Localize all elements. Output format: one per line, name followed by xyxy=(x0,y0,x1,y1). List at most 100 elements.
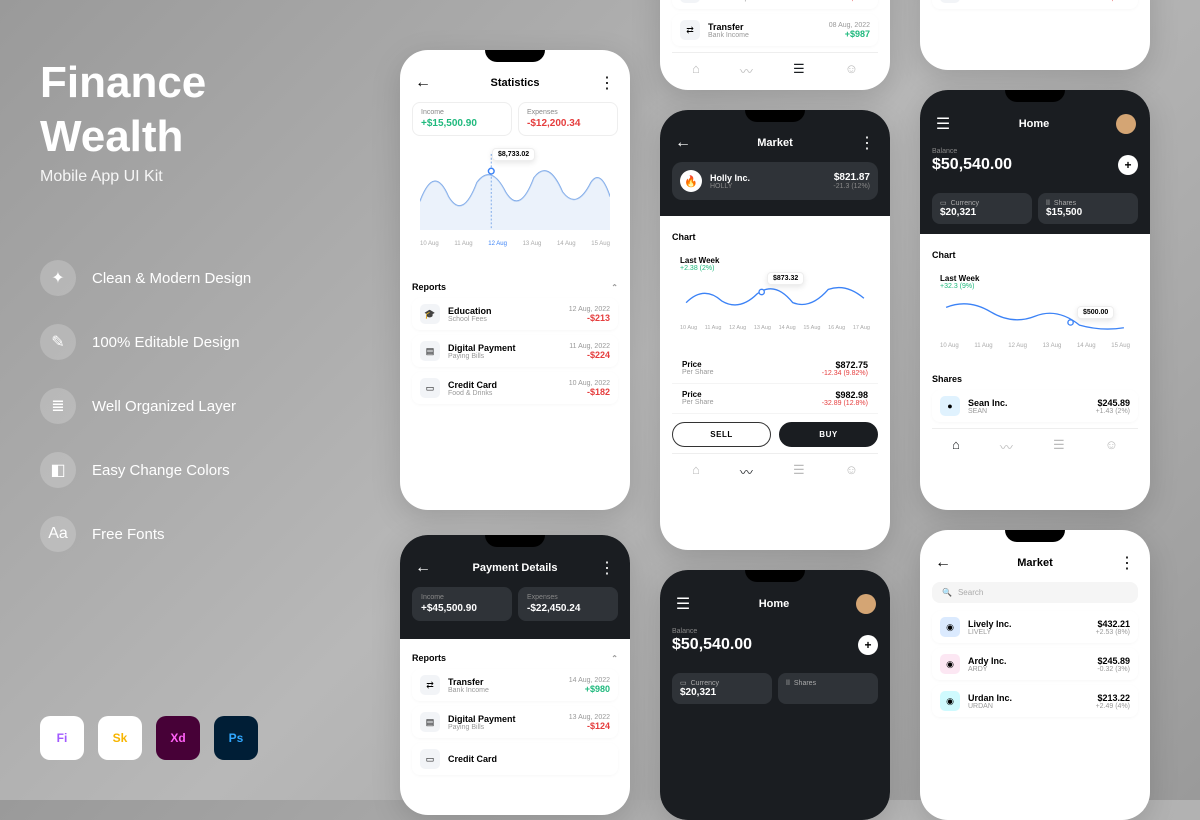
back-icon[interactable]: ← xyxy=(674,134,692,152)
home-icon[interactable]: ⌂ xyxy=(692,462,700,481)
page-title: Payment Details xyxy=(473,562,558,574)
tool-icons: Fi Sk Xd Ps xyxy=(40,716,258,760)
menu-icon[interactable]: ☰ xyxy=(934,115,952,133)
profile-icon[interactable]: ☺ xyxy=(845,462,858,481)
phone-home: ☰ Home Balance $50,540.00+ ▭Currency $20… xyxy=(920,90,1150,510)
list-item[interactable]: ▭ Credit CardFood & Drinks 10 Aug, 2022-… xyxy=(412,372,618,404)
balance-label: Balance xyxy=(672,628,878,635)
chart-title: Chart xyxy=(932,250,1138,260)
bottom-nav: ⌂ 〰 ☰ ☺ xyxy=(932,428,1138,460)
add-button[interactable]: + xyxy=(1118,155,1138,175)
feature-item: ✦Clean & Modern Design xyxy=(40,260,251,296)
list-item[interactable]: ✈ TransportVacation Trip 09 Aug, 2022-$1… xyxy=(672,0,878,9)
home-icon[interactable]: ⌂ xyxy=(952,437,960,456)
education-icon: 🎓 xyxy=(420,304,440,324)
balance-label: Balance xyxy=(932,148,1138,155)
statistics-chart[interactable]: $8,733.02 10 Aug 11 Aug 12 Aug 13 Aug 14… xyxy=(412,144,618,274)
income-card: Income +$45,500.90 xyxy=(412,587,512,621)
search-icon: 🔍 xyxy=(942,588,952,597)
line-chart-icon xyxy=(420,152,610,232)
list-icon[interactable]: ☰ xyxy=(1053,437,1065,456)
market-chart[interactable]: Last Week +2.38 (2%) $873.32 10 Aug11 Au… xyxy=(672,248,878,348)
profile-icon[interactable]: ☺ xyxy=(845,61,858,80)
home-chart[interactable]: Last Week +32.3 (9%) $500.00 10 Aug11 Au… xyxy=(932,266,1138,366)
activity-icon[interactable]: 〰 xyxy=(740,462,753,481)
chart-tooltip: $8,733.02 xyxy=(492,148,535,161)
font-icon: Aa xyxy=(40,516,76,552)
activity-icon[interactable]: 〰 xyxy=(1000,437,1013,456)
menu-icon[interactable]: ☰ xyxy=(674,595,692,613)
back-icon[interactable]: ← xyxy=(414,559,432,577)
list-item[interactable]: ▭ Credit Card xyxy=(412,743,618,775)
income-card: Income +$15,500.90 xyxy=(412,102,512,136)
shares-title: Shares xyxy=(932,374,1138,384)
wand-icon: ✦ xyxy=(40,260,76,296)
feature-item: ◧Easy Change Colors xyxy=(40,452,251,488)
title-line-1: Finance xyxy=(40,60,206,106)
chevron-up-icon[interactable]: ⌃ xyxy=(611,654,618,663)
palette-icon: ◧ xyxy=(40,452,76,488)
home-icon[interactable]: ⌂ xyxy=(692,61,700,80)
avatar[interactable] xyxy=(1116,114,1136,134)
chevron-up-icon[interactable]: ⌃ xyxy=(611,283,618,292)
chart-axis: 10 Aug 11 Aug 12 Aug 13 Aug 14 Aug 15 Au… xyxy=(420,241,610,247)
price-row: PricePer Share $872.75-12.34 (9.82%) xyxy=(672,354,878,384)
reports-title: Reports⌃ xyxy=(412,653,618,663)
phone-home-2: ☰ Home Balance $50,540.00+ ▭Currency $20… xyxy=(660,570,890,820)
list-item[interactable]: ⇄ TransferBank Income 08 Aug, 2022+$987 xyxy=(672,14,878,46)
company-logo-icon: ◉ xyxy=(940,654,960,674)
chart-tooltip: $873.32 xyxy=(767,272,804,285)
list-item[interactable]: 🎓 EducationSchool Fees 12 Aug, 2022-$213 xyxy=(412,298,618,330)
chart-tooltip: $500.00 xyxy=(1077,306,1114,319)
feature-list: ✦Clean & Modern Design ✎100% Editable De… xyxy=(40,260,251,580)
price-row: PricePer Share $982.98-32.89 (12.8%) xyxy=(672,384,878,414)
list-icon[interactable]: ☰ xyxy=(793,61,805,80)
promo-title-block: Finance Wealth Mobile App UI Kit xyxy=(40,60,206,186)
currency-card[interactable]: ▭Currency $20,321 xyxy=(672,673,772,704)
page-title: Home xyxy=(759,598,790,610)
list-item[interactable]: ▤ Digital PaymentPaying Bills 11 Aug, 20… xyxy=(412,335,618,367)
card-icon: ▭ xyxy=(420,749,440,769)
bottom-nav: ⌂ 〰 ☰ ☺ xyxy=(672,52,878,84)
chart-title: Chart xyxy=(672,232,878,242)
list-item[interactable]: ◉ Ardy Inc.ARDY $245.89-0.32 (3%) xyxy=(932,648,1138,680)
list-item[interactable]: ◉ Urdan Inc.URDAN $213.22+2.49 (4%) xyxy=(932,685,1138,717)
title-line-2: Wealth xyxy=(40,114,206,160)
currency-card[interactable]: ▭Currency $20,321 xyxy=(932,193,1032,224)
more-icon[interactable]: ⋮ xyxy=(598,74,616,92)
back-icon[interactable]: ← xyxy=(414,74,432,92)
profile-icon[interactable]: ☺ xyxy=(1105,437,1118,456)
bars-icon: ⅼⅼ xyxy=(786,679,790,687)
chart-axis: 10 Aug11 Aug12 Aug13 Aug14 Aug15 Aug xyxy=(940,343,1130,349)
phone-market-list: ← Market ⋮ 🔍Search ◉ Lively Inc.LIVELY $… xyxy=(920,530,1150,820)
list-item[interactable]: ⇄ TransferBank Income 14 Aug, 2022+$980 xyxy=(412,669,618,701)
phone-market: ← Market ⋮ 🔥 Holly Inc.HOLLY $821.87-21.… xyxy=(660,110,890,550)
page-title: Statistics xyxy=(491,77,540,89)
list-item[interactable]: ◉ Lively Inc.LIVELY $432.21+2.53 (8%) xyxy=(932,611,1138,643)
list-item[interactable]: ● Sean Inc.SEAN $245.89+1.43 (2%) xyxy=(932,390,1138,422)
expenses-card: Expenses -$22,450.24 xyxy=(518,587,618,621)
shares-card[interactable]: ⅼⅼShares xyxy=(778,673,878,704)
sell-button[interactable]: SELL xyxy=(672,422,771,447)
activity-icon[interactable]: 〰 xyxy=(740,61,753,80)
add-button[interactable]: + xyxy=(858,635,878,655)
more-icon[interactable]: ⋮ xyxy=(598,559,616,577)
phone-partial-top-right: Paying Bills -$224 ▭ Credit CardFood & D… xyxy=(920,0,1150,70)
shares-card[interactable]: ⅼⅼShares $15,500 xyxy=(1038,193,1138,224)
more-icon[interactable]: ⋮ xyxy=(858,134,876,152)
buy-button[interactable]: BUY xyxy=(779,422,878,447)
company-logo-icon: 🔥 xyxy=(680,170,702,192)
list-item[interactable]: ▤ Digital PaymentPaying Bills 13 Aug, 20… xyxy=(412,706,618,738)
wallet-icon: ▭ xyxy=(680,679,687,687)
more-icon[interactable]: ⋮ xyxy=(1118,554,1136,572)
market-header[interactable]: 🔥 Holly Inc.HOLLY $821.87-21.3 (12%) xyxy=(672,162,878,200)
back-icon[interactable]: ← xyxy=(934,554,952,572)
search-input[interactable]: 🔍Search xyxy=(932,582,1138,603)
list-icon[interactable]: ☰ xyxy=(793,462,805,481)
feature-item: AaFree Fonts xyxy=(40,516,251,552)
list-item[interactable]: ▭ Credit CardFood & Drinks 10 Aug, 2022-… xyxy=(932,0,1138,9)
avatar[interactable] xyxy=(856,594,876,614)
phone-payment-details: ← Payment Details ⋮ Income +$45,500.90 E… xyxy=(400,535,630,815)
phone-statistics: ← Statistics ⋮ Income +$15,500.90 Expens… xyxy=(400,50,630,510)
card-icon: ▭ xyxy=(940,0,960,3)
